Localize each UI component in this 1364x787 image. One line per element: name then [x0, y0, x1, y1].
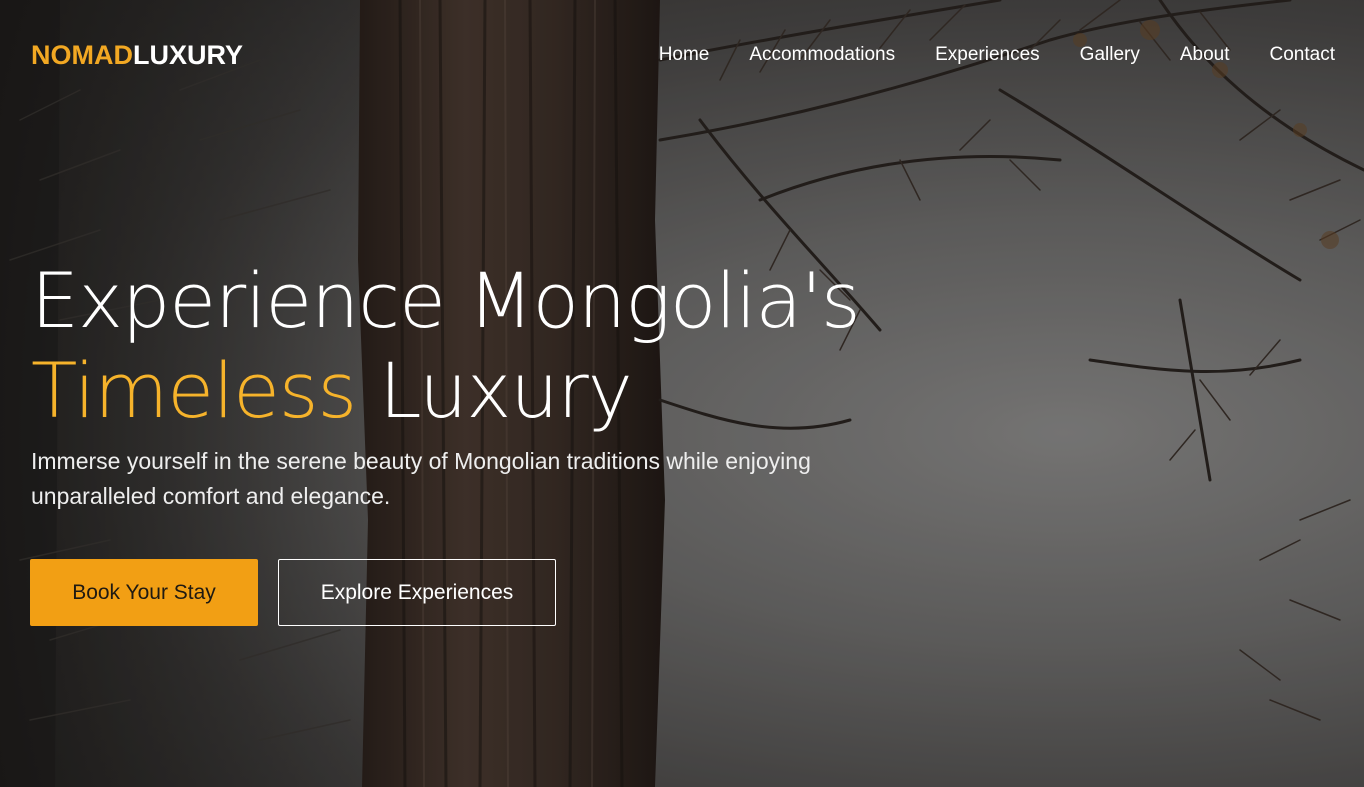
brand-name-rest: LUXURY — [133, 40, 244, 70]
nav-link-accommodations[interactable]: Accommodations — [749, 42, 895, 68]
hero-headline: Experience Mongolia's Timeless Luxury — [31, 256, 931, 436]
nav-link-contact[interactable]: Contact — [1270, 42, 1335, 68]
hero-subtitle: Immerse yourself in the serene beauty of… — [31, 448, 811, 509]
nav-link-experiences[interactable]: Experiences — [935, 42, 1040, 68]
nav-link-gallery[interactable]: Gallery — [1080, 42, 1140, 68]
site-header: NOMADLUXURY Home Accommodations Experien… — [0, 0, 1364, 110]
brand-name-accent: NOMAD — [31, 40, 133, 70]
explore-experiences-button[interactable]: Explore Experiences — [278, 559, 556, 626]
hero-content: Experience Mongolia's Timeless Luxury Im… — [31, 256, 931, 514]
nav-link-about[interactable]: About — [1180, 42, 1230, 68]
hero-buttons: Book Your Stay Explore Experiences — [30, 559, 556, 626]
main-nav: Home Accommodations Experiences Gallery … — [659, 42, 1335, 68]
headline-highlight: Timeless — [31, 346, 357, 435]
headline-line-1: Experience Mongolia's — [31, 256, 861, 345]
book-your-stay-button[interactable]: Book Your Stay — [30, 559, 258, 626]
nav-link-home[interactable]: Home — [659, 42, 710, 68]
headline-line-2-rest: Luxury — [356, 346, 633, 435]
brand-logo[interactable]: NOMADLUXURY — [31, 38, 243, 72]
hero-section: NOMADLUXURY Home Accommodations Experien… — [0, 0, 1364, 787]
